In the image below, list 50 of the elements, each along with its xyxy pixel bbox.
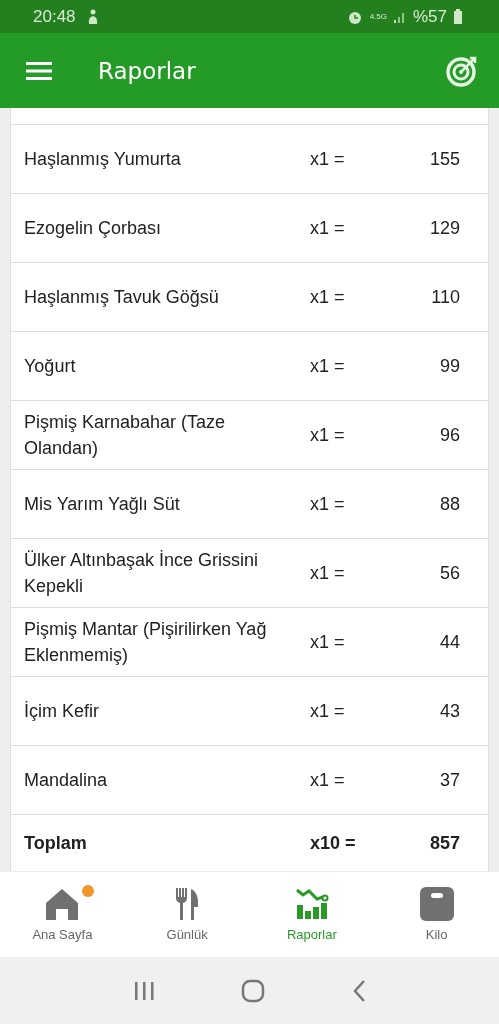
screen-title: Raporlar: [98, 57, 196, 84]
clock-time: 20:48: [33, 6, 76, 27]
nav-tab[interactable]: Kilo: [374, 872, 499, 957]
food-name: Ülker Altınbaşak İnce Grissini Kepekli: [24, 548, 260, 598]
calorie-value: 56: [438, 562, 460, 584]
calorie-value: 96: [438, 424, 460, 446]
fork-knife-icon: [174, 887, 201, 921]
portion-count: x1 =: [310, 700, 346, 722]
food-name: Pişmiş Mantar (Pişirilirken Yağ Eklenmemiş): [24, 617, 268, 667]
back-icon[interactable]: [351, 978, 366, 1003]
calorie-value: 37: [438, 769, 460, 791]
portion-count: x1 =: [310, 148, 346, 170]
food-name: İçim Kefir: [24, 699, 100, 723]
calorie-value: 44: [438, 631, 460, 653]
calorie-value: 110: [430, 286, 460, 308]
calorie-value: 88: [438, 493, 460, 515]
food-name: Mis Yarım Yağlı Süt: [24, 492, 181, 516]
portion-count: x1 =: [310, 562, 346, 584]
portion-count: x1 =: [310, 424, 346, 446]
food-name: Haşlanmış Tavuk Göğsü: [24, 285, 220, 309]
food-name: Ezogelin Çorbası: [24, 216, 163, 240]
home-button-icon[interactable]: [241, 978, 266, 1003]
recent-apps-icon[interactable]: [133, 979, 156, 1002]
portion-count: x1 =: [310, 355, 346, 377]
portion-count: x1 =: [310, 217, 346, 239]
battery-percent: %57: [412, 6, 447, 27]
nav-tab[interactable]: Ana Sayfa: [0, 872, 125, 957]
food-name: Pişmiş Karnabahar (Taze Olandan): [24, 410, 227, 460]
calorie-value: 129: [428, 217, 460, 239]
calorie-value: 43: [438, 700, 460, 722]
calorie-value: 155: [428, 148, 460, 170]
portion-count: x1 =: [310, 493, 346, 515]
portion-count: x1 =: [310, 769, 346, 791]
total-count: x10 =: [310, 832, 357, 854]
house-icon: [44, 887, 81, 921]
portion-count: x1 =: [310, 631, 346, 653]
nav-tab[interactable]: Günlük: [124, 872, 250, 957]
food-name: Haşlanmış Yumurta: [24, 147, 182, 171]
portion-count: x1 =: [310, 286, 346, 308]
food-name: Mandalina: [24, 768, 109, 792]
menu-icon[interactable]: [26, 60, 52, 81]
total-value: 857: [428, 832, 460, 854]
food-name: Yoğurt: [24, 354, 77, 378]
nav-tab[interactable]: Raporlar: [249, 872, 375, 957]
calorie-value: 99: [438, 355, 460, 377]
scale-icon: [419, 887, 454, 921]
chart-icon: [294, 887, 329, 921]
battery-icon: [453, 8, 463, 25]
network-type: 4.5G: [369, 12, 387, 21]
total-label: Toplam: [24, 831, 88, 855]
